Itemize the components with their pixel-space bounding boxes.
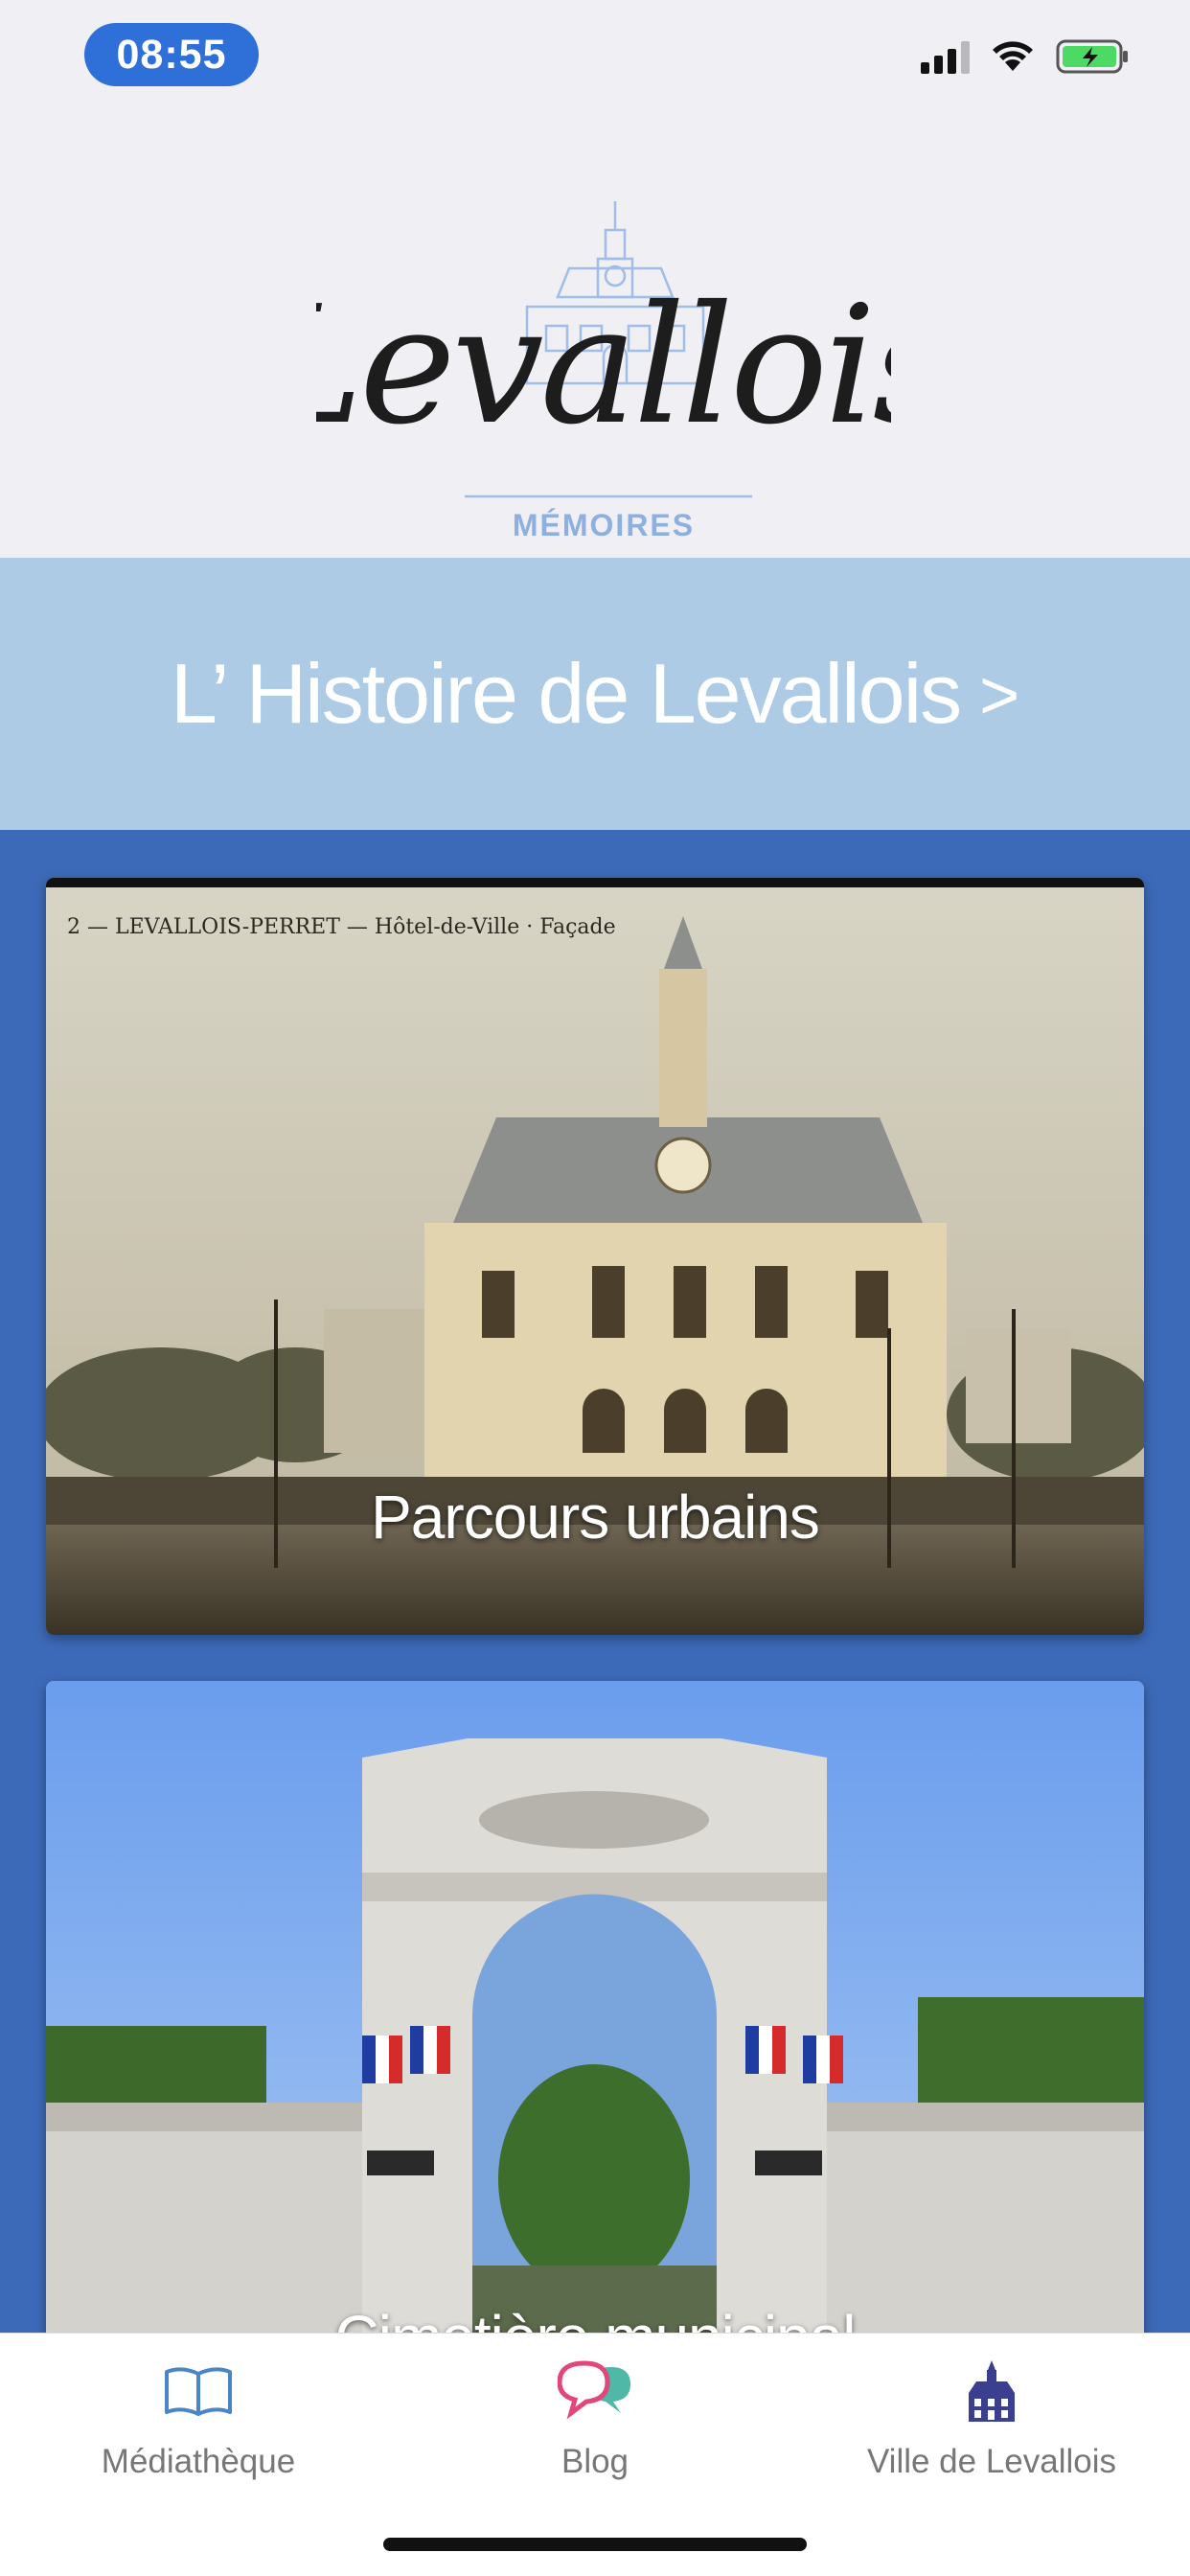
cemetery-gate-image (46, 1681, 1144, 2352)
chat-bubbles-icon (437, 2353, 753, 2429)
wifi-icon (991, 40, 1035, 73)
town-hall-icon (834, 2353, 1150, 2429)
status-icons (921, 38, 1131, 75)
history-banner-button[interactable]: L’ Histoire de Levallois > (0, 558, 1190, 830)
home-indicator (383, 2538, 807, 2551)
levallois-logo: Levallois MÉMOIRES (316, 192, 891, 556)
card-cimetiere[interactable]: Cimetière municipal (46, 1681, 1144, 2352)
tab-label: Blog (561, 2443, 629, 2480)
tab-label: Médiathèque (101, 2443, 296, 2480)
book-icon (40, 2353, 356, 2429)
battery-charging-icon (1056, 38, 1131, 75)
history-banner-label: L’ Histoire de Levallois (170, 646, 962, 741)
tab-mediatheque[interactable]: Médiathèque (40, 2353, 356, 2481)
cellular-signal-icon (921, 39, 970, 74)
postcard-caption: 2 — LEVALLOIS-PERRET — Hôtel-de-Ville · … (67, 915, 616, 939)
svg-text:Levallois: Levallois (316, 271, 891, 461)
chevron-right-icon: > (979, 657, 1020, 734)
card-parcours-urbains[interactable]: 2 — LEVALLOIS-PERRET — Hôtel-de-Ville · … (46, 878, 1144, 1635)
header: 08:55 evalloi MÉMOIRES (0, 0, 1190, 558)
tab-ville-de-levallois[interactable]: Ville de Levallois (834, 2353, 1150, 2481)
status-time: 08:55 (84, 23, 259, 86)
card-title: Parcours urbains (371, 1483, 820, 1552)
tab-blog[interactable]: Blog (437, 2353, 753, 2481)
logo-subtitle: MÉMOIRES (512, 508, 696, 542)
tab-label: Ville de Levallois (866, 2443, 1117, 2480)
